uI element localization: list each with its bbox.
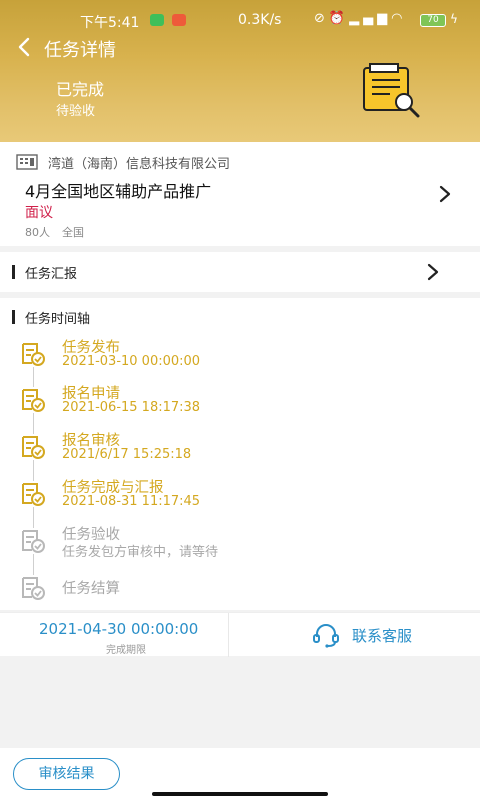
timeline-title: 任务时间轴 xyxy=(25,312,91,327)
document-search-icon xyxy=(363,63,420,118)
task-substatus: 待验收 xyxy=(56,104,96,119)
task-report-row[interactable]: 任务汇报 xyxy=(0,252,480,292)
battery-icon: 70 xyxy=(420,14,446,27)
wifi-icon: ◠ xyxy=(391,11,407,26)
review-result-button[interactable]: 审核结果 xyxy=(13,758,120,790)
timeline-item-title: 任务结算 xyxy=(62,581,120,597)
contact-support-button[interactable]: 联系客服 xyxy=(352,625,412,646)
company-name: 湾道（海南）信息科技有限公司 xyxy=(48,157,231,172)
deadline-label: 完成期限 xyxy=(106,645,146,656)
home-indicator[interactable] xyxy=(152,792,328,796)
timeline-done-icon xyxy=(20,481,46,507)
status-time: 下午5:41 xyxy=(80,15,140,31)
timeline-pending-icon xyxy=(20,528,46,554)
timeline-item-time: 2021-06-15 18:17:38 xyxy=(62,400,201,415)
page-title: 任务详情 xyxy=(44,40,116,61)
alarm-icon: ⏰ xyxy=(328,11,350,26)
task-price: 面议 xyxy=(25,205,53,221)
signal-icons: ⊘⏰▂▄▆◠ xyxy=(314,11,406,26)
timeline-item-time: 2021-08-31 11:17:45 xyxy=(62,494,201,509)
mute-icon: ⊘ xyxy=(314,11,329,26)
divider xyxy=(228,613,229,657)
task-region: 全国 xyxy=(62,226,84,239)
company-icon xyxy=(16,154,38,170)
task-status: 已完成 xyxy=(56,80,105,99)
section-marker xyxy=(12,265,15,279)
task-card[interactable]: 湾道（海南）信息科技有限公司 4月全国地区辅助产品推广 面议 80人 全国 xyxy=(0,142,480,246)
header: 下午5:41 0.3K/s ⊘⏰▂▄▆◠ 70 ϟ 任务详情 已完成 待验收 xyxy=(0,0,480,142)
timeline-pending-icon xyxy=(20,575,46,601)
weibo-notification-icon xyxy=(172,14,186,26)
section-marker xyxy=(12,310,15,324)
timeline-item-time: 2021/6/17 15:25:18 xyxy=(62,447,192,462)
charging-icon: ϟ xyxy=(450,12,458,26)
timeline-card: 任务时间轴 任务发布 2021-03-10 00:00:00 报名申请 2021… xyxy=(0,298,480,610)
chevron-right-icon[interactable] xyxy=(438,185,452,203)
status-bar: 下午5:41 0.3K/s ⊘⏰▂▄▆◠ 70 ϟ xyxy=(0,8,480,34)
task-people: 80人 xyxy=(25,226,50,239)
task-title: 4月全国地区辅助产品推广 xyxy=(25,182,212,201)
task-meta: 80人 全国 xyxy=(25,224,84,240)
back-arrow-icon[interactable] xyxy=(14,36,36,58)
footer-row: 2021-04-30 00:00:00 完成期限 联系客服 xyxy=(0,612,480,657)
deadline-value: 2021-04-30 00:00:00 xyxy=(39,620,199,638)
timeline-done-icon xyxy=(20,341,46,367)
headset-icon[interactable] xyxy=(312,622,340,648)
timeline-item-time: 2021-03-10 00:00:00 xyxy=(62,354,201,369)
bottom-action-bar: 审核结果 xyxy=(0,748,480,800)
network-speed: 0.3K/s xyxy=(238,12,282,28)
chevron-right-icon[interactable] xyxy=(426,263,440,281)
report-title: 任务汇报 xyxy=(25,267,78,282)
timeline-item-time: 任务发包方审核中，请等待 xyxy=(62,545,219,560)
timeline-done-icon xyxy=(20,434,46,460)
signal-icon: ▂▄▆ xyxy=(349,11,392,26)
wechat-notification-icon xyxy=(150,14,164,26)
timeline-done-icon xyxy=(20,387,46,413)
